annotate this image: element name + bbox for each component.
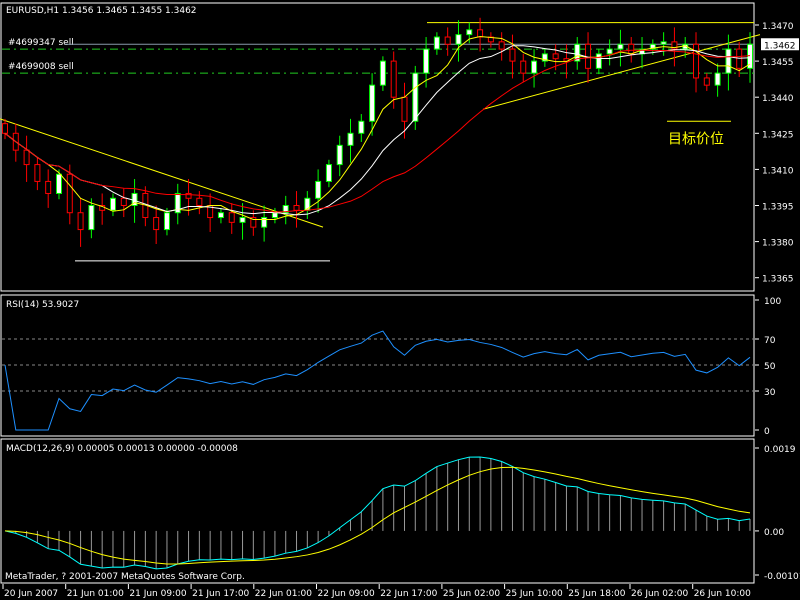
candle-body [77, 212, 84, 231]
price-tick-label: 1.3380 [762, 239, 794, 249]
time-tick-label: 25 Jun 02:00 [443, 589, 500, 599]
price-tick-label: 1.3455 [762, 58, 794, 68]
candle-body [628, 43, 635, 55]
candle-body [660, 41, 667, 45]
candle-body [531, 60, 538, 74]
candle-body [606, 48, 613, 55]
time-tick-label: 26 Jun 02:00 [631, 589, 688, 599]
target-label: 目标价位 [668, 131, 724, 147]
candle-body [358, 120, 365, 134]
candle-body [325, 164, 332, 182]
candle-body [45, 180, 52, 194]
candle-body [66, 173, 73, 214]
candle-body [466, 29, 473, 36]
candle-body [88, 205, 95, 231]
time-tick-label: 25 Jun 18:00 [568, 589, 625, 599]
candle-body [444, 36, 451, 45]
candle-body [347, 132, 354, 146]
time-tick-label: 26 Jun 10:00 [694, 589, 751, 599]
order-label: #4699008 sell [8, 62, 74, 72]
price-tick-label: 1.3425 [762, 130, 794, 140]
candle-body [401, 96, 408, 122]
candle-body [120, 197, 127, 206]
macd-tick-label: 0.0019 [764, 445, 796, 455]
rsi-tick-label: 50 [764, 362, 776, 372]
candle-body [369, 84, 376, 122]
candle-body [2, 123, 8, 134]
chart-title: EURUSD,H1 1.3456 1.3465 1.3455 1.3462 [6, 6, 197, 16]
price-chart[interactable]: #4699347 sell #4699008 sell 目标价位 1.3470 1.3… [0, 0, 800, 600]
candle-body [23, 149, 30, 166]
candle-body [509, 48, 516, 62]
candle-body [271, 212, 278, 219]
price-tick-label: 1.3470 [762, 22, 794, 32]
candle-body [109, 197, 116, 211]
price-tick-label: 1.3440 [762, 94, 794, 104]
price-tick-label: 1.3365 [762, 275, 794, 285]
price-tick-label: 1.3410 [762, 166, 794, 176]
candle-body [196, 197, 203, 206]
candle-body [693, 43, 700, 79]
time-tick-label: 21 Jun 01:00 [67, 589, 124, 599]
time-tick-label: 21 Jun 09:00 [129, 589, 186, 599]
candle-body [595, 53, 602, 69]
candle-body [228, 212, 235, 223]
candle-body [293, 205, 300, 211]
candle-body [412, 72, 419, 122]
candle-body [725, 48, 732, 74]
bid-price-label: 1.3462 [764, 41, 796, 51]
candle-body [239, 217, 246, 223]
time-tick-label: 21 Jun 17:00 [192, 589, 249, 599]
candle-body [55, 173, 62, 194]
order-label: #4699347 sell [8, 38, 74, 48]
candle-body [498, 41, 505, 50]
candle-body [379, 60, 386, 86]
time-tick-label: 25 Jun 10:00 [506, 589, 563, 599]
candle-body [617, 43, 624, 50]
macd-tick-label: 0.00 [764, 528, 784, 538]
candle-body [217, 212, 224, 219]
rsi-tick-label: 100 [764, 297, 781, 307]
time-tick-label: 22 Jun 17:00 [380, 589, 437, 599]
candle-body [520, 60, 527, 74]
candle-body [423, 48, 430, 74]
candle-body [552, 53, 559, 60]
rsi-tick-label: 30 [764, 388, 776, 398]
candle-body [714, 72, 721, 86]
macd-label: MACD(12,26,9) 0.00005 0.00013 0.00000 -0… [6, 444, 238, 454]
candle-body [315, 180, 322, 199]
time-tick-label: 20 Jun 2007 [4, 589, 58, 599]
rsi-label: RSI(14) 53.9027 [6, 300, 79, 310]
candle-body [433, 36, 440, 50]
candle-body [34, 164, 41, 182]
rsi-tick-label: 0 [764, 427, 770, 437]
candle-body [477, 29, 484, 38]
candle-body [455, 34, 462, 45]
candle-body [163, 212, 170, 231]
price-tick-label: 1.3395 [762, 203, 794, 213]
rsi-tick-label: 70 [764, 336, 776, 346]
copyright: MetaTrader, ? 2001-2007 MetaQuotes Softw… [5, 572, 245, 582]
macd-tick-label: -0.00101 [764, 572, 800, 582]
time-tick-label: 22 Jun 09:00 [318, 589, 375, 599]
time-tick-label: 22 Jun 01:00 [255, 589, 312, 599]
candle-body [390, 60, 397, 98]
candle-body [336, 144, 343, 166]
candle-body [153, 217, 160, 231]
candle-body [703, 77, 710, 86]
